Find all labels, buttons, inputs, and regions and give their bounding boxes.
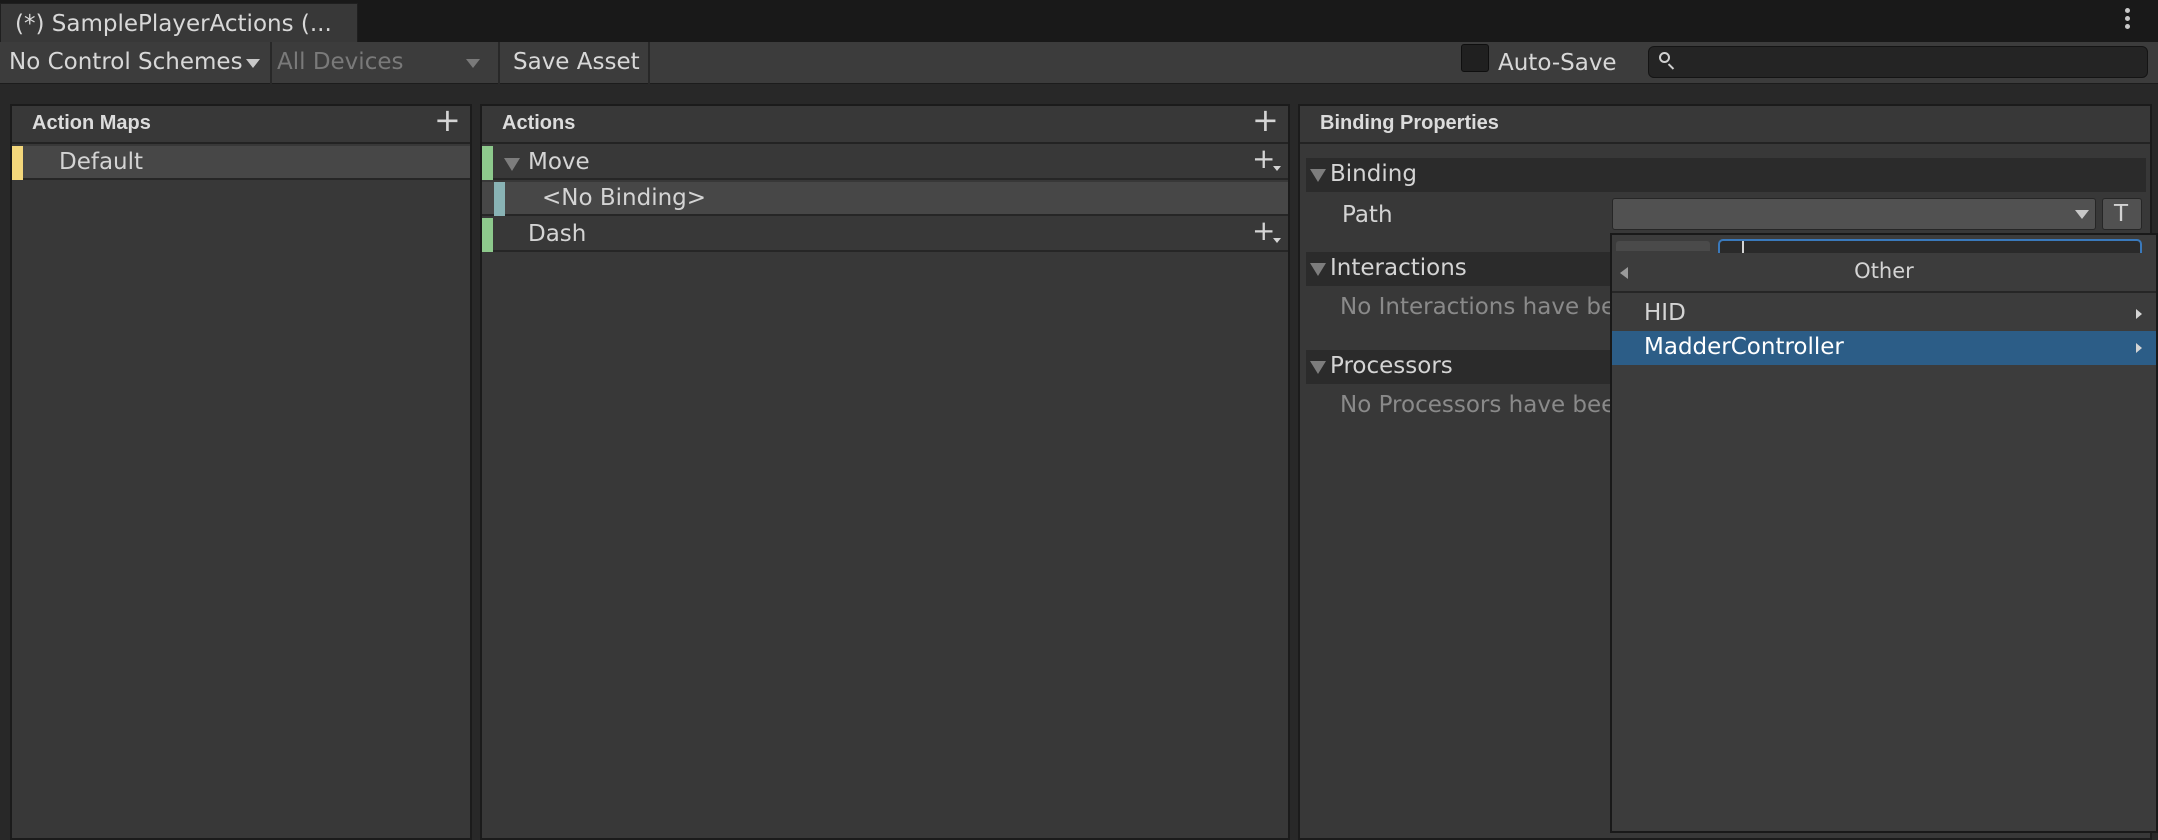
- binding-properties-header: Binding Properties: [1300, 106, 2150, 144]
- foldout-triangle-icon[interactable]: [504, 158, 520, 171]
- foldout-triangle-icon: [1310, 263, 1326, 276]
- search-icon-handle: [1667, 63, 1675, 70]
- processors-empty-text: No Processors have bee: [1340, 392, 1616, 418]
- action-label: Dash: [528, 221, 587, 247]
- binding-section-foldout[interactable]: Binding: [1306, 158, 2146, 192]
- plus-icon[interactable]: +: [434, 104, 461, 136]
- action-map-label: Default: [59, 149, 144, 175]
- path-t-label: T: [2114, 201, 2129, 227]
- more-vertical-icon[interactable]: [2120, 8, 2134, 34]
- toolbar-divider: [648, 42, 650, 84]
- text-cursor: [1742, 241, 1744, 253]
- window-tab[interactable]: (*) SamplePlayerActions (...: [0, 3, 358, 42]
- plus-dropdown-icon[interactable]: +: [1252, 145, 1283, 173]
- interactions-empty-text: No Interactions have bee: [1340, 294, 1630, 320]
- chevron-right-icon: [2136, 343, 2142, 353]
- plus-dropdown-icon[interactable]: +: [1252, 217, 1283, 245]
- save-asset-button[interactable]: Save Asset: [502, 42, 648, 84]
- chevron-down-icon: [2075, 210, 2089, 219]
- binding-section-label: Binding: [1330, 161, 1417, 187]
- popup-search-edge: [1616, 241, 1710, 251]
- foldout-triangle-icon: [1310, 361, 1326, 374]
- popup-item-label: MadderController: [1644, 334, 1844, 360]
- plus-icon[interactable]: +: [1252, 104, 1279, 136]
- action-map-item-default[interactable]: Default: [12, 146, 470, 180]
- action-maps-title: Action Maps: [32, 112, 151, 134]
- path-dropdown[interactable]: [1612, 198, 2096, 230]
- path-label: Path: [1342, 202, 1393, 228]
- devices-label: All Devices: [277, 49, 404, 75]
- search-input[interactable]: [1648, 46, 2148, 78]
- chevron-down-icon: [466, 59, 480, 68]
- action-item-dash[interactable]: Dash +: [482, 217, 1288, 252]
- auto-save-label: Auto-Save: [1498, 50, 1617, 76]
- auto-save-checkbox[interactable]: [1461, 44, 1489, 72]
- binding-item-no-binding[interactable]: <No Binding>: [482, 182, 1288, 216]
- toolbar: No Control Schemes All Devices Save Asse…: [0, 42, 2158, 84]
- tab-bar: (*) SamplePlayerActions (...: [0, 0, 2158, 42]
- action-map-color-stripe: [12, 146, 23, 180]
- control-schemes-label: No Control Schemes: [9, 49, 243, 75]
- binding-label: <No Binding>: [542, 185, 707, 211]
- action-item-move[interactable]: Move +: [482, 145, 1288, 180]
- binding-path-popup: Other HID MadderController: [1610, 233, 2158, 833]
- devices-dropdown[interactable]: All Devices: [272, 42, 492, 84]
- path-text-mode-button[interactable]: T: [2102, 198, 2142, 230]
- foldout-triangle-icon: [1310, 169, 1326, 182]
- popup-item-label: HID: [1644, 300, 1686, 326]
- action-color-stripe: [482, 146, 493, 180]
- save-asset-label: Save Asset: [513, 49, 640, 75]
- search-icon: [1659, 52, 1670, 63]
- control-schemes-dropdown[interactable]: No Control Schemes: [0, 42, 270, 84]
- action-maps-pane: Action Maps + Default: [10, 104, 472, 840]
- popup-item-hid[interactable]: HID: [1612, 297, 2156, 331]
- popup-header-title: Other: [1854, 259, 1914, 283]
- chevron-down-icon: [246, 59, 260, 68]
- popup-header[interactable]: Other: [1612, 253, 2156, 293]
- interactions-section-label: Interactions: [1330, 255, 1467, 281]
- popup-item-maddercontroller[interactable]: MadderController: [1612, 331, 2156, 365]
- processors-section-label: Processors: [1330, 353, 1453, 379]
- actions-title: Actions: [502, 112, 576, 134]
- chevron-right-icon: [2136, 309, 2142, 319]
- action-label: Move: [528, 149, 590, 175]
- actions-pane: Actions + Move + <No Binding> Dash +: [480, 104, 1290, 840]
- action-color-stripe: [482, 218, 493, 252]
- toolbar-divider: [498, 42, 500, 84]
- binding-color-stripe: [494, 182, 505, 216]
- actions-header: Actions +: [482, 104, 1288, 144]
- action-maps-header: Action Maps +: [12, 104, 470, 144]
- popup-search-input[interactable]: [1718, 239, 2142, 253]
- window-tab-title: (*) SamplePlayerActions (...: [15, 11, 332, 37]
- binding-properties-title: Binding Properties: [1320, 112, 1499, 134]
